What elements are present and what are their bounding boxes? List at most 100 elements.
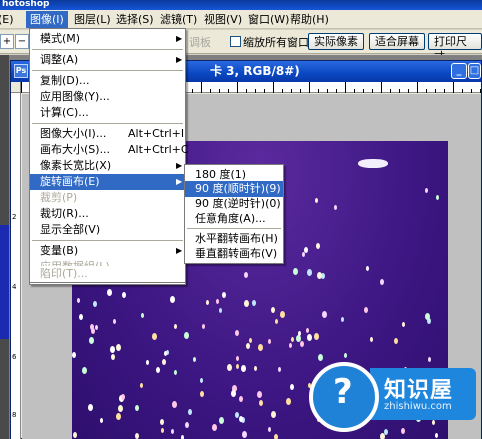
ruler-tick — [282, 89, 283, 93]
submenu-item-arbitrary[interactable]: 任意角度(A)... — [185, 211, 283, 227]
bokeh-dot — [298, 331, 301, 336]
menu-help[interactable]: 帮助(H) — [286, 11, 333, 28]
bokeh-dot — [200, 378, 203, 383]
ruler-tick — [219, 89, 220, 93]
submenu-item-flip-vertical[interactable]: 垂直翻转画布(V) — [185, 246, 283, 262]
maximize-icon[interactable]: □ — [468, 63, 481, 79]
menu-item-pixel-aspect-ratio[interactable]: 像素长宽比(X) ▶ — [30, 158, 185, 174]
bokeh-dot — [244, 272, 248, 278]
ruler-tick — [417, 82, 418, 93]
actual-pixels-button[interactable]: 实际像素 — [308, 33, 364, 50]
question-mark-icon: ? — [333, 372, 353, 412]
bokeh-dot — [222, 292, 226, 298]
bokeh-dot — [141, 313, 144, 318]
bokeh-dot — [291, 337, 294, 342]
menu-image[interactable]: 图像(I) — [26, 11, 68, 28]
bokeh-dot — [246, 343, 250, 349]
bokeh-dot — [432, 420, 435, 425]
bokeh-dot — [275, 319, 278, 324]
bokeh-dot — [113, 319, 116, 324]
menu-select[interactable]: 选择(S) — [112, 11, 158, 28]
bokeh-dot — [82, 367, 87, 374]
bokeh-dot — [271, 411, 276, 418]
menu-item-canvas-size[interactable]: 画布大小(S)... Alt+Ctrl+C — [30, 142, 189, 158]
bokeh-dot — [100, 418, 103, 423]
submenu-item-rotate-90-ccw[interactable]: 90 度(逆时针)(0) — [185, 196, 283, 212]
minimize-icon[interactable]: _ — [451, 63, 467, 79]
submenu-item-flip-horizontal[interactable]: 水平翻转画布(H) — [185, 231, 283, 247]
zoom-all-windows-label: 缩放所有窗口 — [243, 36, 309, 49]
ruler-tick — [363, 89, 364, 93]
ruler-tick — [246, 89, 247, 93]
zoom-in-icon[interactable]: + — [0, 34, 14, 49]
menu-layer[interactable]: 图层(L) — [70, 11, 115, 28]
menu-item-reveal-all[interactable]: 显示全部(V) — [30, 222, 185, 238]
bokeh-dot — [111, 354, 115, 360]
fit-screen-button[interactable]: 适合屏幕 — [369, 33, 425, 50]
menu-item-calculations[interactable]: 计算(C)... — [30, 105, 185, 121]
bokeh-dot — [318, 354, 323, 361]
ruler-tick — [201, 82, 202, 93]
bokeh-dot — [384, 429, 388, 435]
print-size-button[interactable]: 打印尺寸 — [428, 33, 482, 63]
ruler-tick — [354, 89, 355, 93]
ruler-tick — [21, 82, 22, 93]
bokeh-dot — [152, 333, 157, 340]
menu-item-rotate-canvas[interactable]: 旋转画布(E) ▶ — [30, 174, 185, 190]
bokeh-dot — [394, 338, 398, 344]
ruler-tick — [462, 89, 463, 93]
bokeh-dot — [135, 405, 139, 411]
ruler-tick — [399, 89, 400, 93]
ruler-tick — [345, 82, 346, 93]
ruler-tick — [300, 89, 301, 93]
bokeh-dot — [212, 424, 217, 431]
bokeh-dot — [73, 432, 77, 438]
menu-view[interactable]: 视图(V) — [200, 11, 246, 28]
bokeh-dot — [188, 409, 192, 415]
submenu-item-rotate-90-cw[interactable]: 90 度(顺时针)(9) — [185, 181, 283, 197]
bokeh-dot — [252, 300, 256, 306]
ruler-tick — [318, 89, 319, 93]
menu-item-adjust[interactable]: 调整(A) ▶ — [30, 52, 185, 68]
menu-item-image-size[interactable]: 图像大小(I)... Alt+Ctrl+I — [30, 126, 185, 142]
bokeh-dot — [402, 322, 405, 327]
menu-filter[interactable]: 滤镜(T) — [156, 11, 201, 28]
bokeh-dot — [239, 396, 243, 402]
watermark-text: 知识屋 — [384, 378, 454, 403]
bokeh-dot — [110, 346, 115, 353]
menu-item-crop[interactable]: 裁剪(P) — [30, 190, 185, 206]
bokeh-dot — [236, 364, 239, 369]
bokeh-dot — [268, 339, 271, 344]
image-menu: 模式(M) ▶ 调整(A) ▶ 复制(D)... 应用图像(Y)... 计算(C).… — [29, 28, 189, 285]
vertical-ruler: 2 4 6 8 — [11, 93, 21, 439]
bokeh-dot — [425, 188, 428, 193]
menu-item-variables[interactable]: 变量(B) ▶ — [30, 243, 185, 259]
bokeh-dot — [271, 307, 275, 313]
bokeh-dot — [306, 328, 309, 333]
watermark-url: zhishiwu.com — [384, 401, 452, 412]
menu-separator — [187, 228, 281, 229]
zoom-all-windows-checkbox[interactable] — [230, 36, 241, 47]
menu-item-mode[interactable]: 模式(M) ▶ — [30, 31, 185, 47]
bokeh-dot — [88, 404, 93, 411]
zoom-out-icon[interactable]: − — [15, 34, 29, 49]
ruler-tick — [381, 82, 382, 93]
bokeh-dot — [162, 359, 166, 365]
bokeh-dot — [254, 366, 257, 371]
menu-item-trap[interactable]: 陷印(T)... — [29, 266, 186, 283]
menu-item-duplicate[interactable]: 复制(D)... — [30, 73, 185, 89]
bokeh-dot — [200, 391, 204, 397]
ruler-tick — [264, 89, 265, 93]
ruler-tick — [210, 89, 211, 93]
bokeh-dot — [436, 195, 439, 200]
ruler-number: 4 — [12, 283, 17, 291]
menu-item-trim[interactable]: 裁切(R)... — [30, 206, 185, 222]
menu-edit-partial[interactable]: (E) — [0, 11, 18, 28]
ruler-tick — [435, 89, 436, 93]
bokeh-dot — [161, 428, 164, 433]
menu-item-apply-image[interactable]: 应用图像(Y)... — [30, 89, 185, 105]
ruler-tick — [237, 82, 238, 93]
ruler-number: 2 — [12, 213, 17, 221]
bokeh-dot — [121, 394, 125, 400]
bokeh-dot — [364, 307, 368, 313]
